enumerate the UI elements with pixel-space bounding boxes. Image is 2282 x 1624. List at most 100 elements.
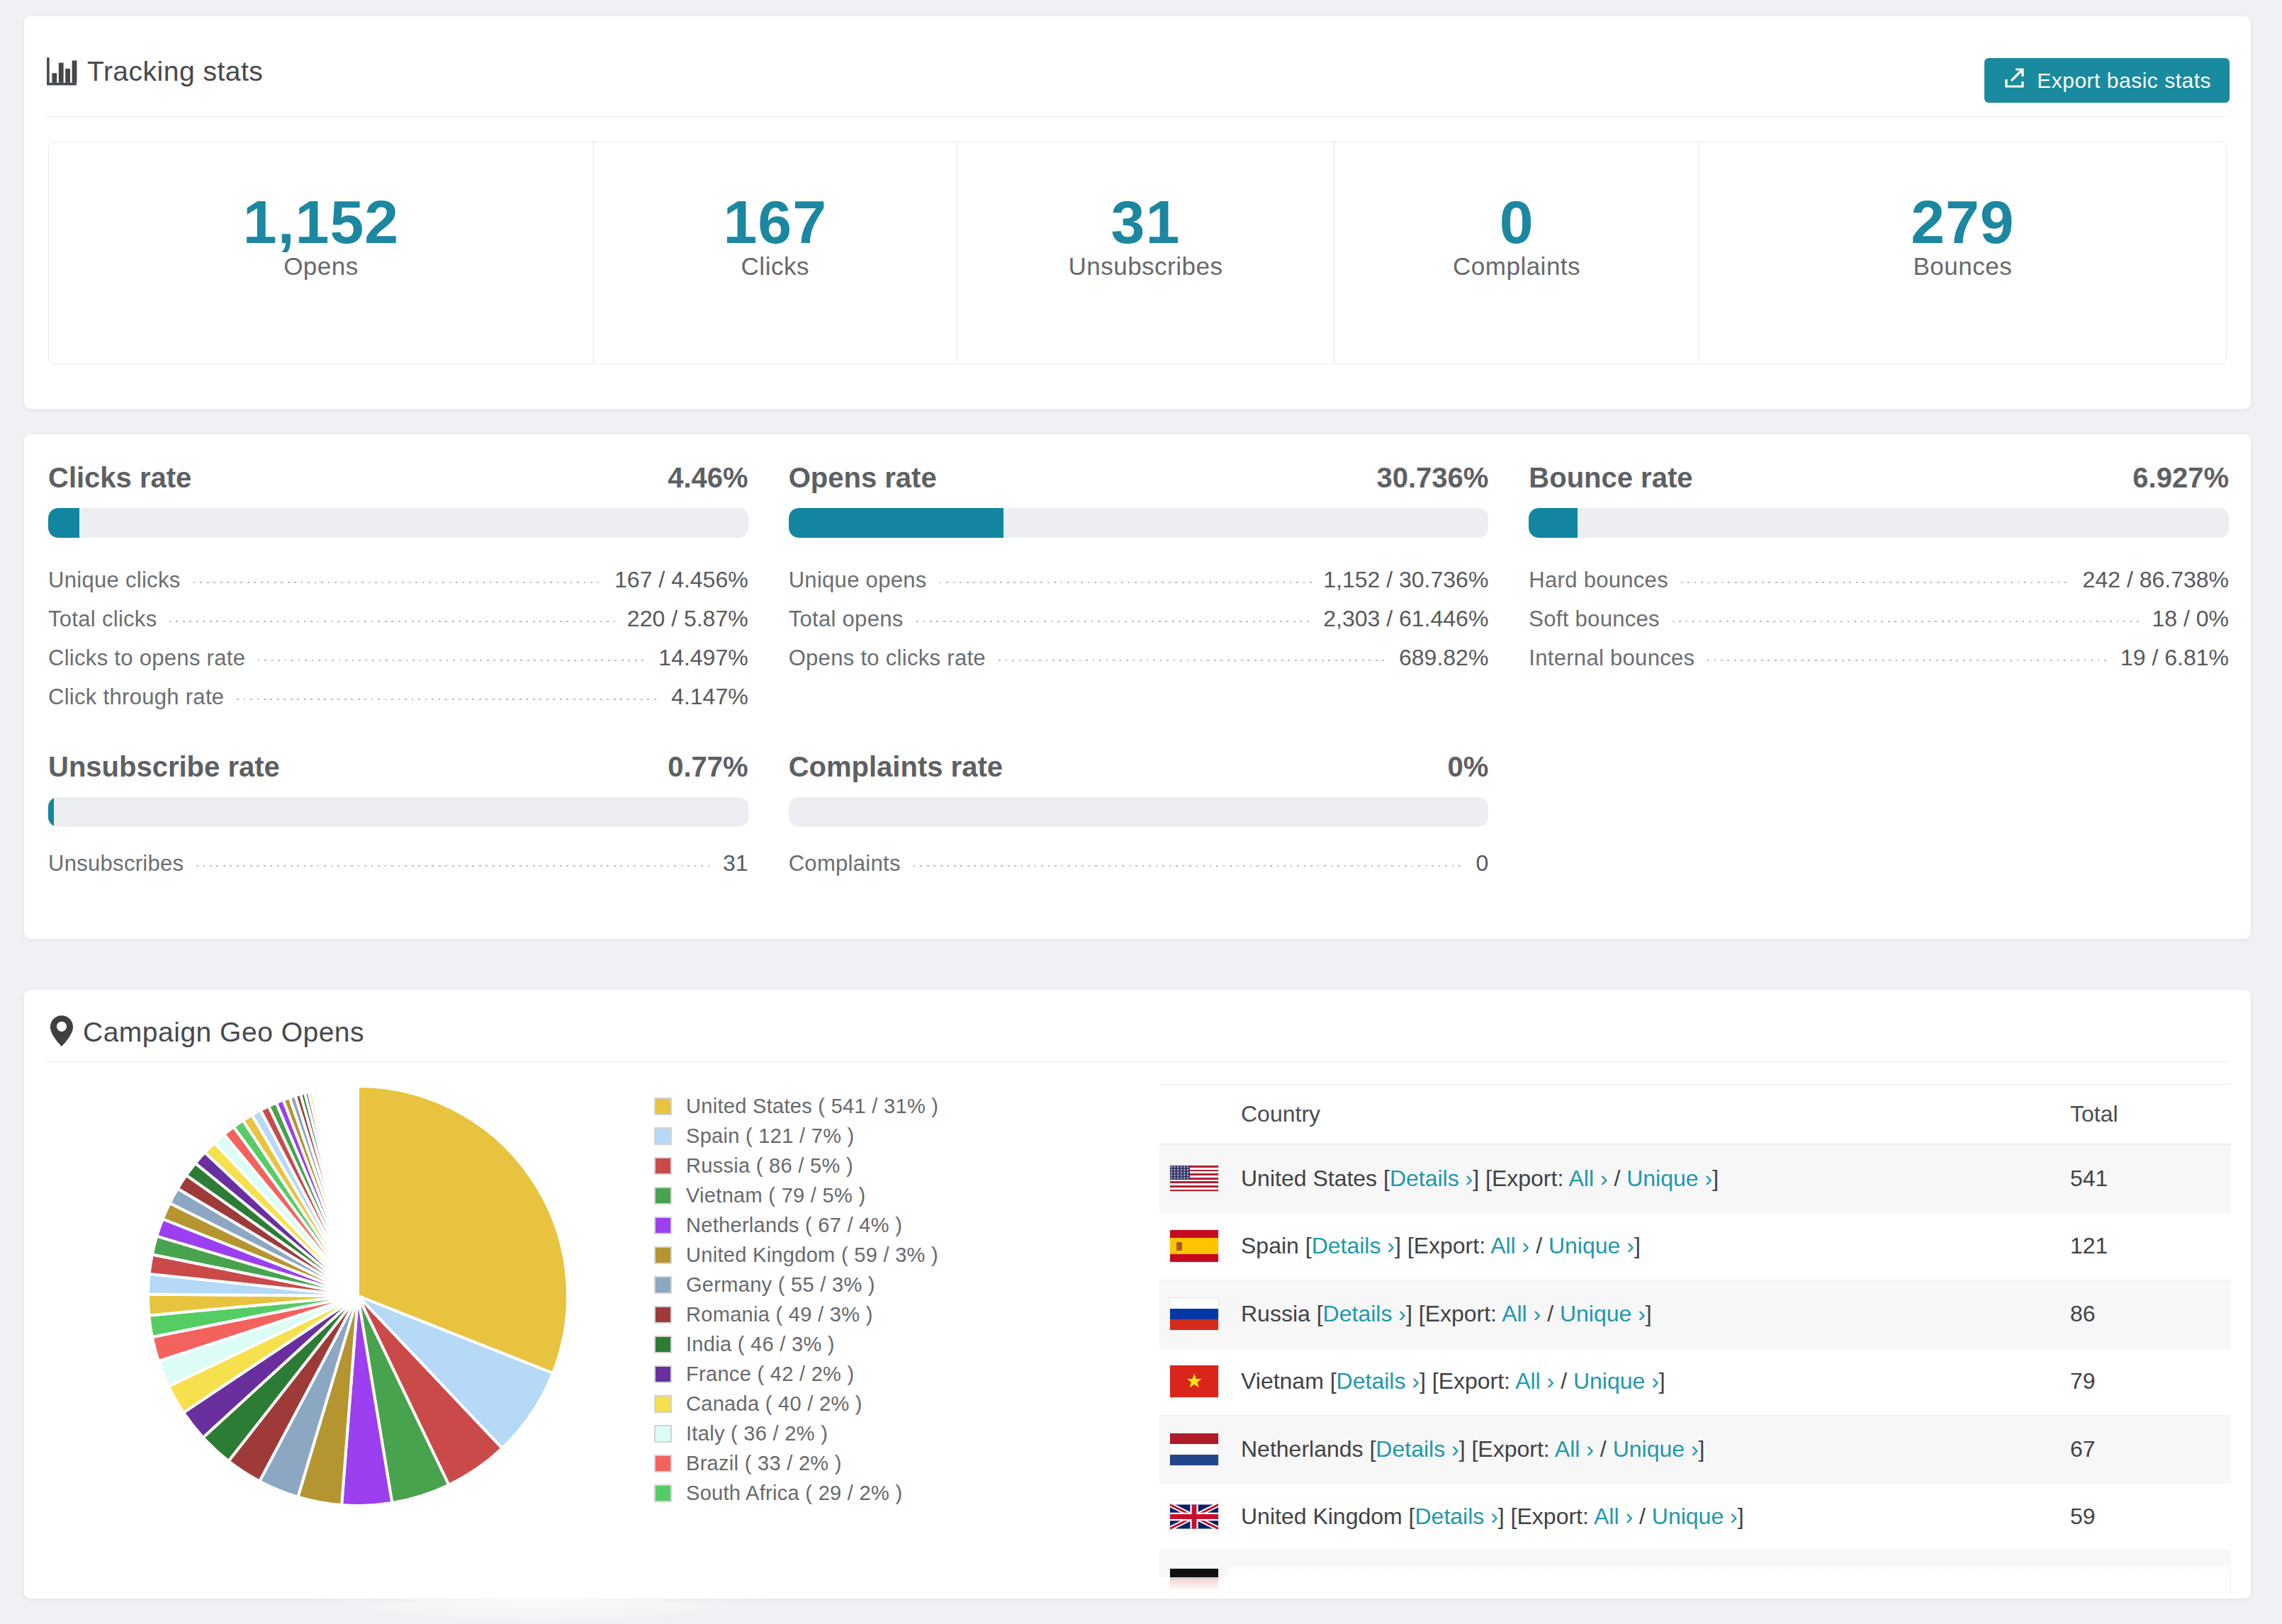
progress-bar [48, 508, 748, 538]
header-divider [45, 1061, 2230, 1062]
legend-item: Romania ( 49 / 3% ) [654, 1299, 938, 1329]
stat-box-opens: 1,152Opens [49, 142, 594, 363]
legend-swatch [654, 1484, 672, 1502]
legend-swatch [654, 1395, 672, 1413]
dotted-leader [940, 582, 1313, 583]
table-row: Netherlands [Details ›] [Export: All › /… [1159, 1415, 2231, 1483]
rate-title: Unsubscribe rate [48, 750, 280, 783]
country-name: Vietnam [1241, 1368, 1324, 1394]
rate-row: Unique opens1,152 / 30.736% [789, 560, 1489, 599]
stat-box-unsubscribes: 31Unsubscribes [957, 142, 1335, 363]
map-pin-icon [50, 1015, 74, 1050]
flag-vn: ★ [1170, 1365, 1218, 1397]
flag-gb [1170, 1501, 1218, 1533]
legend-item: France ( 42 / 2% ) [654, 1359, 938, 1389]
export-all-link[interactable]: All › [1490, 1233, 1529, 1258]
geo-header: Campaign Geo Opens [24, 990, 2251, 1061]
legend-item: Canada ( 40 / 2% ) [654, 1389, 938, 1419]
rate-block: Opens rate 30.736% Unique opens1,152 / 30.… [789, 461, 1489, 716]
rate-title: Opens rate [789, 461, 937, 494]
legend-swatch [654, 1217, 672, 1234]
pie-legend: United States ( 541 / 31% )Spain ( 121 /… [654, 1091, 938, 1508]
export-unique-link[interactable]: Unique › [1548, 1233, 1634, 1258]
legend-swatch [654, 1098, 672, 1115]
export-all-link[interactable]: All › [1515, 1368, 1554, 1394]
rate-value: 30.736% [1376, 461, 1488, 494]
export-unique-link[interactable]: Unique › [1560, 1301, 1646, 1326]
stat-value: 31 [1111, 191, 1181, 252]
dotted-leader [916, 621, 1313, 622]
col-total: Total [2070, 1101, 2231, 1127]
legend-swatch [654, 1157, 672, 1175]
table-row: Russia [Details ›] [Export: All › / Uniq… [1159, 1280, 2231, 1348]
country-total: 86 [2070, 1301, 2231, 1327]
stat-box-complaints: 0Complaints [1334, 142, 1699, 363]
stat-label: Bounces [1913, 252, 2013, 281]
rate-row: Hard bounces242 / 86.738% [1529, 560, 2229, 599]
country-name: Netherlands [1241, 1436, 1364, 1462]
dotted-leader [1707, 660, 2109, 661]
country-total: 59 [2070, 1504, 2231, 1530]
geo-pie-chart [145, 1083, 570, 1509]
table-row: Spain [Details ›] [Export: All › / Uniqu… [1159, 1212, 2231, 1280]
stat-value: 279 [1911, 191, 2015, 252]
table-row: United States [Details ›] [Export: All ›… [1159, 1144, 2231, 1212]
rate-row: Soft bounces18 / 0% [1529, 599, 2229, 638]
export-all-link[interactable]: All › [1502, 1301, 1541, 1326]
rate-value: 4.46% [668, 461, 748, 494]
details-link[interactable]: Details › [1376, 1436, 1458, 1462]
details-link[interactable]: Details › [1390, 1166, 1473, 1191]
rate-row: Unsubscribes31 [48, 844, 748, 883]
country-name: Russia [1241, 1301, 1310, 1326]
progress-bar [48, 797, 748, 827]
legend-swatch [654, 1127, 672, 1145]
details-link[interactable]: Details › [1415, 1504, 1497, 1529]
stat-label: Complaints [1453, 252, 1580, 281]
details-link[interactable]: Details › [1312, 1233, 1395, 1258]
rate-row: Opens to clicks rate689.82% [789, 638, 1489, 677]
export-all-link[interactable]: All › [1568, 1166, 1607, 1191]
export-unique-link[interactable]: Unique › [1573, 1368, 1659, 1394]
progress-bar [789, 508, 1489, 538]
export-unique-link[interactable]: Unique › [1613, 1436, 1699, 1462]
table-row: ★Vietnam [Details ›] [Export: All › / Un… [1159, 1348, 2231, 1416]
rate-row: Clicks to opens rate14.497% [48, 638, 748, 677]
dotted-leader [237, 699, 660, 700]
stat-label: Opens [283, 252, 359, 281]
rate-row: Total clicks220 / 5.87% [48, 599, 748, 638]
rate-block: Clicks rate4.46%Unique clicks167 / 4.456… [48, 461, 748, 716]
export-unique-link[interactable]: Unique › [1626, 1166, 1712, 1191]
legend-swatch [654, 1276, 672, 1294]
tracking-stats-card: Tracking stats Export basic stats 1,152O… [23, 16, 2252, 410]
export-all-link[interactable]: All › [1555, 1436, 1594, 1462]
flag-es [1170, 1230, 1218, 1262]
dotted-leader [1681, 582, 2072, 583]
rate-grid: Clicks rate4.46%Unique clicks167 / 4.456… [24, 434, 2251, 883]
export-unique-link[interactable]: Unique › [1652, 1504, 1738, 1529]
rate-block: Unsubscribe rate 0.77% Unsubscribes31 [48, 750, 748, 883]
rate-title: Complaints rate [789, 750, 1003, 783]
campaign-geo-opens-card: Campaign Geo Opens United States ( 541 /… [23, 989, 2252, 1599]
dotted-leader [193, 582, 604, 583]
rate-row: Click through rate4.147% [48, 677, 748, 716]
dotted-leader [1673, 621, 2141, 622]
stat-label: Unsubscribes [1068, 252, 1222, 281]
bar-chart-icon [45, 54, 78, 89]
geo-table: CountryTotalUnited States [Details ›] [E… [1159, 1084, 2231, 1599]
details-link[interactable]: Details › [1337, 1368, 1420, 1394]
dotted-leader [196, 865, 712, 867]
legend-item: Germany ( 55 / 3% ) [654, 1270, 938, 1299]
country-total: 67 [2070, 1436, 2231, 1462]
stat-label: Clicks [741, 252, 809, 281]
rate-row: Total opens2,303 / 61.446% [789, 599, 1489, 638]
stat-box-clicks: 167Clicks [594, 142, 957, 363]
export-basic-stats-button[interactable]: Export basic stats [1984, 58, 2230, 103]
stat-value: 1,152 [243, 191, 399, 252]
rate-value: 0.77% [668, 750, 748, 783]
export-all-link[interactable]: All › [1594, 1504, 1633, 1529]
dotted-leader [169, 621, 615, 622]
dotted-leader [914, 865, 1465, 867]
details-link[interactable]: Details › [1323, 1301, 1406, 1326]
table-header: CountryTotal [1159, 1085, 2231, 1144]
blur-overlay [1123, 1577, 1236, 1599]
